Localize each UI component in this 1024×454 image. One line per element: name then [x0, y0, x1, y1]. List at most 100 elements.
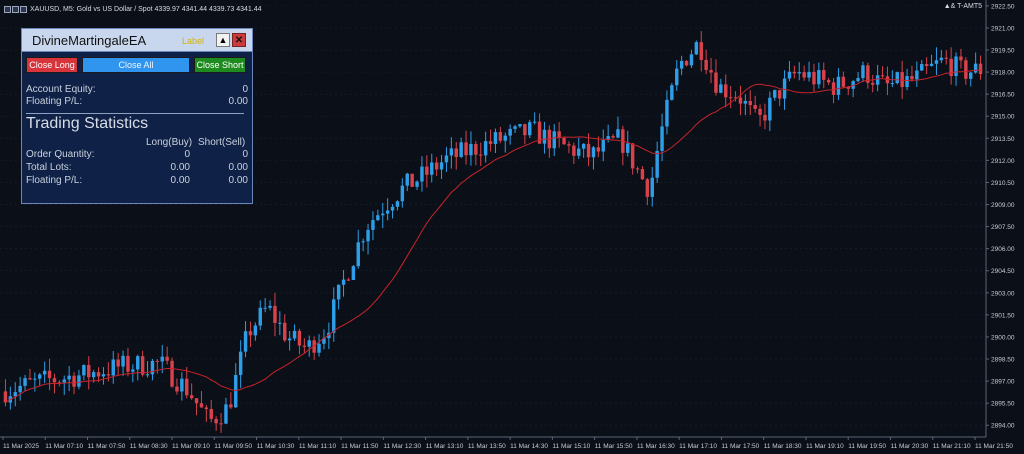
ea-panel-header[interactable]: DivineMartingaleEA Label ▲ ✕ — [22, 29, 252, 52]
candle-body — [577, 148, 581, 156]
candle-body — [185, 378, 189, 396]
broker-badge: ▲& T-AMT5 — [943, 3, 982, 10]
candle-body — [18, 385, 22, 393]
stats-floating-pl-short: 0.00 — [228, 175, 248, 186]
candle-body — [532, 121, 537, 123]
candle-body — [459, 142, 463, 157]
time-tick-label: 11 Mar 20:30 — [890, 443, 928, 450]
candle-body — [861, 65, 865, 79]
price-tick-label: 2910.50 — [991, 180, 1015, 187]
close-panel-button[interactable]: ✕ — [232, 33, 246, 47]
order-quantity-row: Order Quantity: 0 0 — [26, 149, 248, 161]
candle-body — [679, 60, 684, 69]
time-tick-label: 11 Mar 19:10 — [806, 443, 844, 450]
candle-body — [684, 60, 689, 66]
candle-body — [385, 210, 390, 214]
candle-body — [23, 378, 27, 386]
candle-body — [748, 101, 752, 106]
ea-label: Label — [182, 36, 205, 46]
candle-body — [483, 141, 488, 156]
candle-body — [351, 266, 356, 280]
candle-body — [635, 168, 640, 170]
candle-body — [969, 72, 973, 79]
candle-body — [924, 64, 929, 66]
candle-body — [856, 78, 860, 82]
floating-pl-row: Floating P/L: 0.00 — [26, 96, 248, 108]
candle-body — [155, 360, 160, 362]
candle-body — [199, 403, 204, 408]
candle-body — [111, 359, 115, 376]
candle-body — [890, 83, 895, 85]
candle-body — [82, 365, 86, 376]
candle-body — [973, 63, 978, 73]
close-short-button[interactable]: Close Short — [194, 57, 246, 73]
price-tick-label: 2916.50 — [991, 92, 1015, 99]
candle-body — [655, 150, 659, 178]
price-tick-label: 2900.00 — [991, 334, 1015, 341]
candle-body — [802, 72, 806, 78]
candle-body — [287, 338, 292, 341]
candle-body — [67, 375, 71, 380]
window-icon-2[interactable] — [12, 5, 19, 13]
candle-body — [439, 162, 444, 170]
candle-body — [817, 70, 821, 85]
window-icon-3[interactable] — [20, 5, 27, 13]
candle-body — [895, 72, 899, 84]
minimize-button[interactable]: ▲ — [216, 33, 230, 47]
account-equity-row: Account Equity: 0 — [26, 84, 248, 96]
candle-body — [381, 213, 385, 216]
candle-body — [145, 374, 150, 376]
candle-body — [425, 166, 429, 175]
candle-body — [434, 162, 439, 170]
candle-body — [13, 392, 17, 397]
candle-body — [160, 356, 164, 362]
candle-body — [430, 162, 434, 175]
candle-body — [831, 82, 836, 95]
floating-pl-value: 0.00 — [228, 96, 248, 107]
window-icon-1[interactable] — [4, 5, 11, 13]
time-tick-label: 11 Mar 11:50 — [341, 443, 379, 450]
time-tick-label: 11 Mar 21:10 — [933, 443, 971, 450]
candle-body — [96, 372, 101, 377]
close-long-button[interactable]: Close Long — [26, 57, 78, 73]
price-tick-label: 2898.50 — [991, 357, 1015, 364]
time-tick-label: 11 Mar 18:30 — [764, 443, 802, 450]
candle-body — [101, 374, 106, 377]
ea-panel[interactable]: DivineMartingaleEA Label ▲ ✕ Close Long … — [21, 28, 253, 204]
price-tick-label: 2907.50 — [991, 224, 1015, 231]
candle-body — [283, 322, 287, 341]
candle-body — [675, 68, 679, 86]
candle-body — [915, 70, 919, 80]
candle-body — [62, 379, 66, 383]
candle-body — [557, 131, 561, 138]
candle-body — [954, 56, 958, 76]
candle-body — [126, 355, 130, 372]
candle-body — [807, 71, 811, 78]
candle-body — [3, 391, 8, 403]
candle-body — [307, 340, 311, 347]
candle-body — [150, 360, 155, 375]
candle-body — [454, 148, 458, 157]
total-lots-label: Total Lots: — [26, 162, 72, 173]
candle-body — [611, 136, 615, 138]
candle-body — [763, 114, 767, 121]
chart-window-icons[interactable] — [4, 5, 27, 13]
price-tick-label: 2901.50 — [991, 312, 1015, 319]
candle-body — [552, 131, 556, 149]
candle-body — [42, 370, 47, 375]
candle-body — [38, 374, 42, 379]
candle-body — [645, 179, 650, 197]
ea-title: DivineMartingaleEA — [32, 33, 147, 48]
candle-body — [518, 124, 522, 127]
close-all-button[interactable]: Close All — [82, 57, 190, 73]
candle-body — [836, 76, 841, 95]
time-tick-label: 11 Mar 15:10 — [552, 443, 590, 450]
account-equity-label: Account Equity: — [26, 84, 96, 95]
chart-symbol-info: XAUUSD, M5: Gold vs US Dollar / Spot 433… — [30, 5, 262, 13]
candle-body — [410, 173, 414, 187]
trading-statistics-title: Trading Statistics — [26, 115, 149, 132]
candle-body — [596, 147, 601, 152]
candle-body — [630, 143, 635, 169]
candle-body — [782, 78, 787, 99]
candle-body — [400, 185, 405, 202]
